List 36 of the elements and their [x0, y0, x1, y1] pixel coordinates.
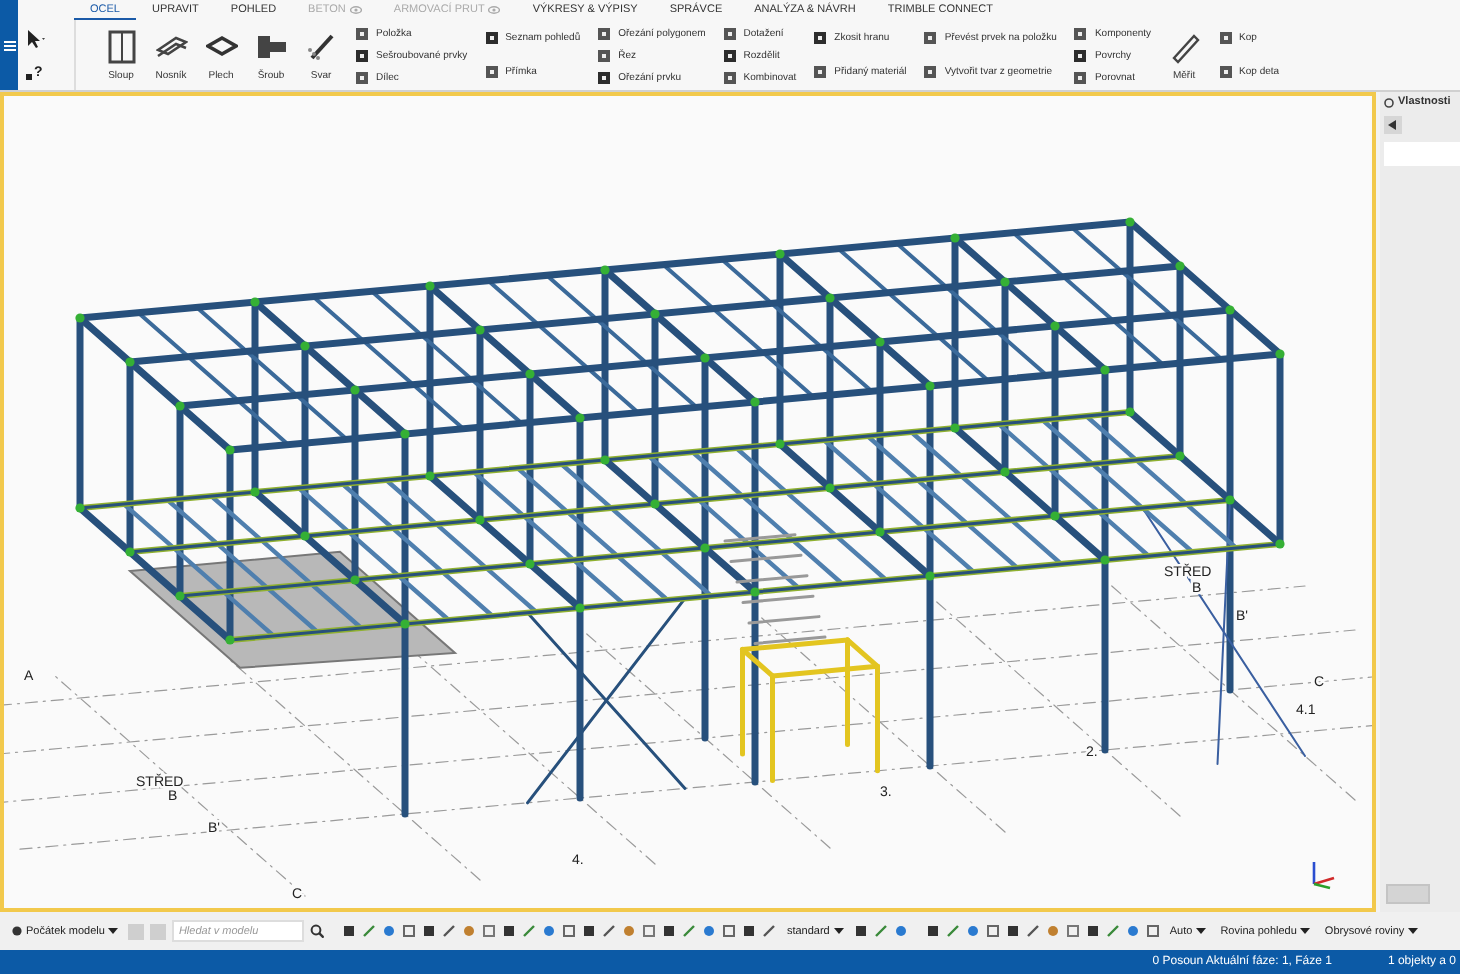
circle-icon: [1384, 97, 1394, 107]
arrow-left-icon: [1388, 120, 1398, 130]
caret-icon: [1196, 928, 1207, 934]
tool-icon: [483, 63, 502, 80]
tool-icon: [596, 69, 615, 85]
tool-icon: [922, 30, 941, 47]
ruler-icon: [1168, 29, 1201, 63]
tool-icon: [922, 63, 941, 80]
menu-icon[interactable]: [3, 39, 15, 51]
caret-icon: [833, 928, 844, 934]
tool-icon: [721, 69, 740, 85]
tool-icon: [812, 30, 831, 47]
column-icon: [105, 29, 137, 63]
tool-icon: [354, 47, 372, 63]
tool-icon: [354, 25, 372, 41]
tool-icon: [596, 25, 615, 41]
collapse-button[interactable]: [1384, 116, 1402, 134]
tool-icon: [1072, 25, 1091, 41]
caret-icon: [108, 928, 119, 934]
caret-icon: [1300, 928, 1311, 934]
caret-icon: [1408, 928, 1419, 934]
tool-icon: [596, 47, 615, 63]
eye-icon: [488, 6, 501, 14]
tool-icon: [721, 47, 740, 63]
square-icon: [26, 74, 32, 81]
tool-icon: [354, 69, 372, 85]
tool-icon: [1217, 63, 1236, 80]
tool-icon: [1072, 69, 1091, 85]
tool-icon: [1217, 30, 1236, 47]
tool-icon: [721, 25, 740, 41]
weld-icon: [305, 29, 337, 63]
tool-icon: [483, 30, 502, 47]
tool-icon: [1072, 47, 1091, 63]
eye-icon: [349, 6, 362, 14]
search-icon[interactable]: [310, 924, 325, 938]
tool-icon: [812, 63, 831, 80]
